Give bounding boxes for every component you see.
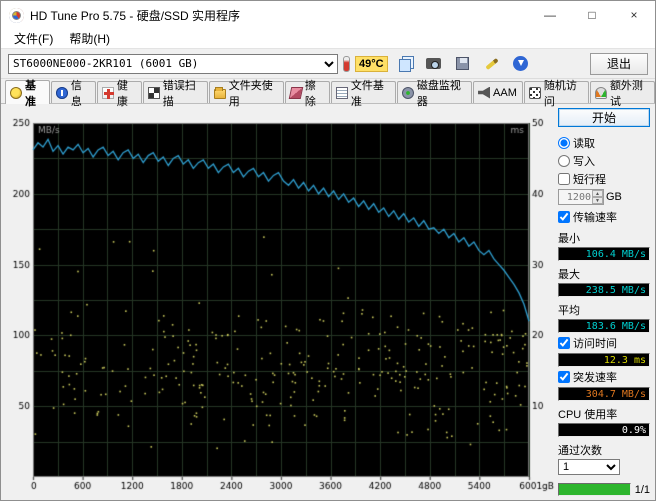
disk-monitor-icon	[401, 86, 414, 99]
app-icon	[9, 7, 24, 23]
short-stroke-checkbox[interactable]	[558, 173, 570, 185]
window-controls: — □ ×	[529, 1, 655, 29]
main-content: 开始 读取 写入 短行程 ▲ ▼ GB	[1, 104, 655, 500]
access-value: 12.3 ms	[558, 353, 650, 367]
annotate-button[interactable]	[480, 53, 504, 75]
benchmark-icon	[10, 86, 22, 99]
short-stroke-field: ▲ ▼ GB	[558, 189, 650, 205]
burst-rate-label: 突发速率	[573, 372, 617, 384]
tab-health[interactable]: 健康	[96, 80, 142, 108]
pass-count-label: 通过次数	[558, 445, 602, 457]
access-time-label: 访问时间	[573, 338, 617, 350]
cpu-usage-label: CPU 使用率	[558, 409, 618, 421]
access-time-row[interactable]: 访问时间	[558, 335, 650, 351]
info-icon	[55, 86, 68, 99]
menu-file[interactable]: 文件(F)	[7, 29, 60, 48]
error-scan-icon	[147, 86, 160, 99]
copy-icon	[398, 58, 411, 72]
tab-extra-tests[interactable]: 额外测试	[589, 80, 655, 108]
tab-aam[interactable]: AAM	[473, 81, 523, 103]
transfer-rate-checkbox[interactable]	[558, 211, 570, 223]
maximize-button[interactable]: □	[571, 1, 613, 29]
read-label: 读取	[573, 138, 595, 150]
minimize-button[interactable]: —	[529, 1, 571, 29]
max-label: 最大	[558, 269, 580, 281]
spin-down-icon[interactable]: ▼	[592, 197, 603, 204]
copy-button[interactable]	[393, 53, 417, 75]
read-radio-row[interactable]: 读取	[558, 135, 650, 151]
min-value: 106.4 MB/s	[558, 247, 650, 261]
avg-label: 平均	[558, 305, 580, 317]
progress-bar	[558, 483, 631, 496]
random-access-icon	[528, 86, 541, 99]
tab-benchmark[interactable]: 基准	[5, 80, 50, 108]
tab-label: 基准	[25, 79, 36, 108]
disk-icon	[456, 57, 470, 70]
short-stroke-unit: GB	[606, 191, 622, 203]
exit-button[interactable]: 退出	[590, 52, 648, 75]
write-radio[interactable]	[558, 155, 570, 167]
aam-icon	[478, 86, 491, 99]
title-bar[interactable]: HD Tune Pro 5.75 - 硬盘/SSD 实用程序 — □ ×	[1, 1, 655, 29]
read-radio[interactable]	[558, 137, 570, 149]
close-button[interactable]: ×	[613, 1, 655, 29]
folder-usage-icon	[213, 86, 226, 99]
tab-folder-usage[interactable]: 文件夹使用	[208, 80, 284, 108]
progress-text: 1/1	[634, 483, 650, 496]
window-title: HD Tune Pro 5.75 - 硬盘/SSD 实用程序	[30, 8, 241, 23]
max-value: 238.5 MB/s	[558, 283, 650, 297]
burst-rate-checkbox[interactable]	[558, 371, 570, 383]
temperature-value: 49°C	[355, 55, 388, 72]
update-button[interactable]	[509, 53, 533, 75]
download-icon	[513, 56, 529, 71]
menu-help[interactable]: 帮助(H)	[62, 29, 117, 48]
start-button[interactable]: 开始	[558, 108, 650, 127]
min-label: 最小	[558, 233, 580, 245]
app-window: HD Tune Pro 5.75 - 硬盘/SSD 实用程序 — □ × 文件(…	[0, 0, 656, 501]
extra-tests-icon	[594, 86, 607, 99]
camera-icon	[426, 58, 442, 69]
tab-erase[interactable]: 擦除	[284, 80, 330, 108]
thermometer-icon	[343, 55, 350, 72]
tab-random-access[interactable]: 随机访问	[523, 80, 589, 108]
health-icon	[101, 86, 114, 99]
pass-count-select[interactable]: 1	[558, 459, 620, 475]
tab-disk-monitor[interactable]: 磁盘监视器	[396, 80, 473, 108]
control-panel: 开始 读取 写入 短行程 ▲ ▼ GB	[558, 108, 650, 496]
file-benchmark-icon	[335, 86, 348, 99]
transfer-rate-row[interactable]: 传输速率	[558, 209, 650, 225]
progress-row: 1/1	[558, 483, 650, 496]
short-stroke-spinner[interactable]: ▲ ▼	[592, 190, 603, 204]
tab-label: AAM	[493, 86, 517, 99]
toolbar: ST6000NE000-2KR101 (6001 GB) 49°C 退出	[1, 49, 655, 79]
pen-icon	[484, 57, 499, 70]
erase-icon	[288, 86, 304, 99]
drive-select[interactable]: ST6000NE000-2KR101 (6001 GB)	[8, 53, 338, 74]
tab-info[interactable]: 信息	[50, 80, 96, 108]
benchmark-chart	[7, 108, 555, 494]
menu-bar: 文件(F) 帮助(H)	[1, 29, 655, 49]
save-button[interactable]	[451, 53, 475, 75]
spin-up-icon[interactable]: ▲	[592, 190, 603, 197]
tab-bar: 基准 信息 健康 错误扫描 文件夹使用 擦除 文件基准 磁盘监视器 AAM 随机访问 额外测试	[1, 79, 655, 108]
burst-value: 304.7 MB/s	[558, 387, 650, 401]
cpu-value: 0.9%	[558, 423, 650, 437]
tab-file-benchmark[interactable]: 文件基准	[330, 80, 396, 108]
burst-rate-row[interactable]: 突发速率	[558, 369, 650, 385]
screenshot-button[interactable]	[422, 53, 446, 75]
short-stroke-label: 短行程	[573, 174, 606, 186]
chart-area	[7, 108, 555, 494]
transfer-rate-label: 传输速率	[573, 212, 617, 224]
short-stroke-row[interactable]: 短行程	[558, 171, 650, 187]
write-radio-row[interactable]: 写入	[558, 153, 650, 169]
access-time-checkbox[interactable]	[558, 337, 570, 349]
write-label: 写入	[573, 156, 595, 168]
tab-error-scan[interactable]: 错误扫描	[142, 80, 208, 108]
progress-fill	[559, 484, 630, 495]
avg-value: 183.6 MB/s	[558, 319, 650, 333]
